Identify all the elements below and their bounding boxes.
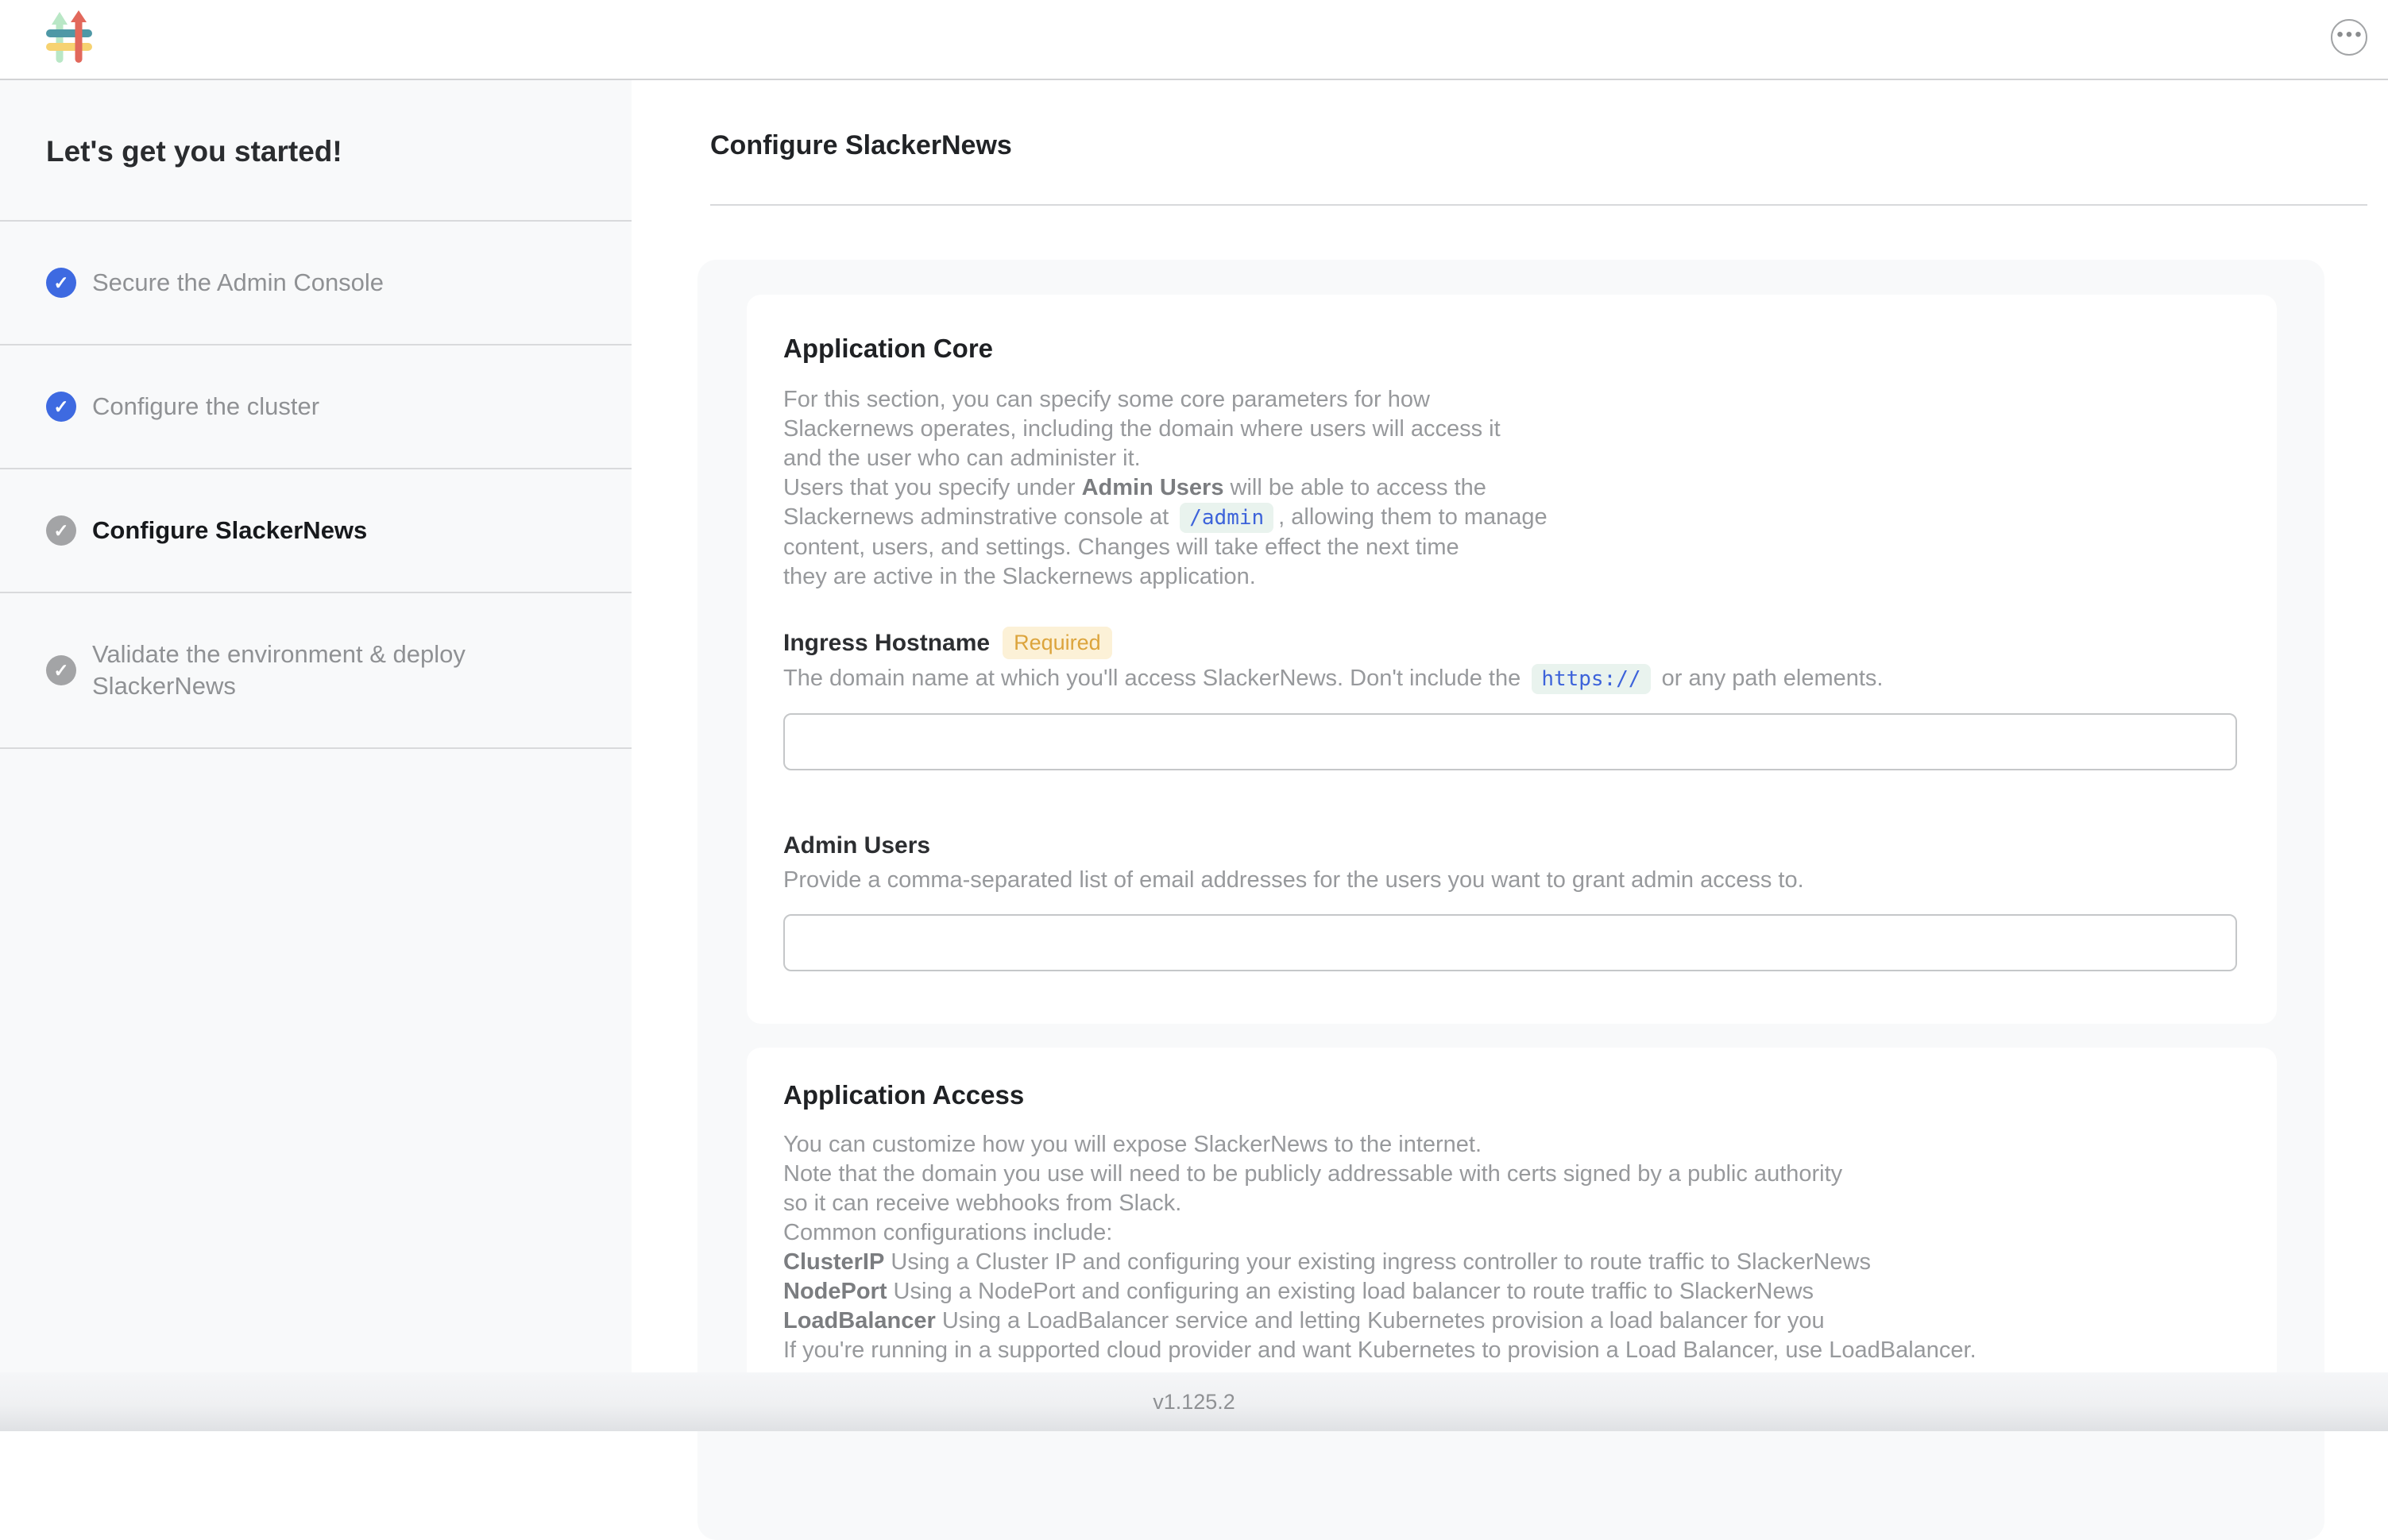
ellipsis-icon: ••• (2336, 24, 2363, 46)
field-label: Ingress Hostname (783, 628, 990, 658)
field-help-text: The domain name at which you'll access S… (783, 664, 2237, 694)
ingress-hostname-input[interactable] (783, 713, 2237, 770)
slackernews-logo-icon (44, 10, 94, 68)
card-title: Application Access (783, 1079, 2237, 1111)
field-label-row: Admin Users (783, 831, 2237, 861)
step-label: Secure the Admin Console (92, 267, 384, 299)
step-check-icon: ✓ (46, 515, 76, 546)
card-description: For this section, you can specify some c… (783, 385, 2237, 592)
step-label: Validate the environment & deploy Slacke… (92, 639, 600, 702)
title-divider (710, 204, 2367, 206)
card-application-access: Application Access You can customize how… (747, 1048, 2277, 1429)
sidebar-title: Let's get you started! (0, 80, 632, 222)
card-description: You can customize how you will expose Sl… (783, 1130, 2237, 1365)
step-check-icon: ✓ (46, 392, 76, 422)
step-label: Configure the cluster (92, 391, 319, 423)
field-label: Admin Users (783, 831, 930, 861)
main-content: Configure SlackerNews Application Core F… (697, 80, 2388, 1431)
field-label-row: Ingress Hostname Required (783, 627, 2237, 659)
sidebar-step-secure-admin-console[interactable]: ✓ Secure the Admin Console (0, 222, 632, 345)
field-help-text: Provide a comma-separated list of email … (783, 866, 2237, 895)
step-label: Configure SlackerNews (92, 515, 367, 546)
setup-steps-sidebar: Let's get you started! ✓ Secure the Admi… (0, 80, 632, 1372)
field-ingress-hostname: Ingress Hostname Required The domain nam… (783, 627, 2237, 770)
version-footer: v1.125.2 (0, 1372, 2388, 1431)
page-title: Configure SlackerNews (710, 129, 2367, 161)
step-check-icon: ✓ (46, 655, 76, 685)
more-options-button[interactable]: ••• (2331, 19, 2367, 56)
admin-users-input[interactable] (783, 914, 2237, 971)
main-header: Configure SlackerNews (697, 80, 2388, 206)
app-version-label: v1.125.2 (1153, 1390, 1235, 1415)
sidebar-step-validate-deploy[interactable]: ✓ Validate the environment & deploy Slac… (0, 593, 632, 749)
field-admin-users: Admin Users Provide a comma-separated li… (783, 831, 2237, 971)
step-check-icon: ✓ (46, 268, 76, 298)
card-title: Application Core (783, 333, 2237, 365)
sidebar-step-configure-slackernews[interactable]: ✓ Configure SlackerNews (0, 469, 632, 593)
top-header: ••• (0, 0, 2388, 80)
card-application-core: Application Core For this section, you c… (747, 295, 2277, 1024)
sidebar-step-configure-cluster[interactable]: ✓ Configure the cluster (0, 345, 632, 469)
setup-wizard-page: { "header": { "logo": "slackernews-logo"… (0, 0, 2388, 1431)
config-panel: Application Core For this section, you c… (697, 260, 2324, 1540)
required-badge: Required (1003, 627, 1112, 659)
